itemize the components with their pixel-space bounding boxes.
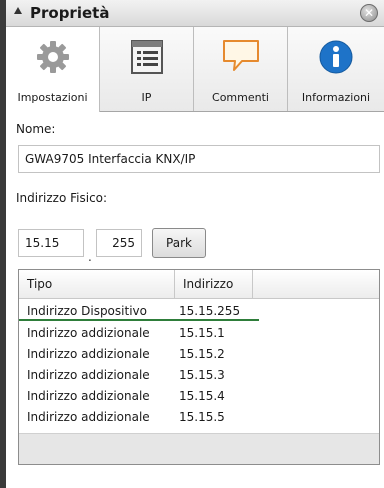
cell-indirizzo: 15.15.3 <box>179 368 225 382</box>
tab-strip: Impostazioni IP Commenti Informazioni <box>6 27 384 112</box>
table-row[interactable]: Indirizzo addizionale 15.15.2 <box>19 344 259 364</box>
column-header-tipo[interactable]: Tipo <box>19 270 175 298</box>
cell-tipo: Indirizzo addizionale <box>27 326 150 340</box>
physical-address-label: Indirizzo Fisico: <box>16 191 108 205</box>
address-table: Tipo Indirizzo Indirizzo Dispositivo 15.… <box>18 269 380 465</box>
gear-icon <box>35 39 71 78</box>
cell-indirizzo: 15.15.2 <box>179 347 225 361</box>
tab-label: Informazioni <box>301 91 371 104</box>
tab-informazioni[interactable]: Informazioni <box>288 27 384 111</box>
table-header: Tipo Indirizzo <box>19 270 379 299</box>
collapse-triangle-icon[interactable] <box>14 7 22 14</box>
address-area-line-field[interactable]: 15.15 <box>18 229 84 257</box>
table-row[interactable]: Indirizzo addizionale 15.15.1 <box>19 323 259 343</box>
cell-tipo: Indirizzo Dispositivo <box>27 304 147 318</box>
park-button[interactable]: Park <box>152 228 206 258</box>
table-row[interactable]: Indirizzo Dispositivo 15.15.255 <box>19 301 259 321</box>
cell-indirizzo: 15.15.4 <box>179 389 225 403</box>
table-row[interactable]: Indirizzo addizionale 15.15.5 <box>19 407 259 427</box>
cell-tipo: Indirizzo addizionale <box>27 389 150 403</box>
info-icon <box>318 39 354 78</box>
address-device-field[interactable]: 255 <box>96 229 142 257</box>
table-footer <box>19 433 379 464</box>
cell-tipo: Indirizzo addizionale <box>27 368 150 382</box>
name-field[interactable]: GWA9705 Interfaccia KNX/IP <box>18 145 380 173</box>
column-header-indirizzo[interactable]: Indirizzo <box>175 270 253 298</box>
tab-label: Commenti <box>212 91 269 104</box>
tab-commenti[interactable]: Commenti <box>194 27 288 111</box>
list-icon <box>130 39 164 78</box>
cell-indirizzo: 15.15.1 <box>179 326 225 340</box>
table-row[interactable]: Indirizzo addizionale 15.15.3 <box>19 365 259 385</box>
table-row[interactable]: Indirizzo addizionale 15.15.4 <box>19 386 259 406</box>
cell-indirizzo: 15.15.5 <box>179 410 225 424</box>
close-icon[interactable]: ✕ <box>360 4 378 22</box>
tab-impostazioni[interactable]: Impostazioni <box>6 27 100 112</box>
name-label: Nome: <box>16 122 56 136</box>
panel-titlebar: Proprietà ✕ <box>6 0 384 27</box>
cell-indirizzo: 15.15.255 <box>179 304 241 318</box>
comment-icon <box>222 39 260 76</box>
address-separator: . <box>88 250 92 264</box>
cell-tipo: Indirizzo addizionale <box>27 347 150 361</box>
panel-title: Proprietà <box>30 4 110 22</box>
tab-label: Impostazioni <box>17 91 88 104</box>
tab-ip[interactable]: IP <box>100 27 194 111</box>
tab-label: IP <box>141 91 152 104</box>
properties-panel: Proprietà ✕ Impostazioni IP Commenti Inf… <box>6 0 384 488</box>
cell-tipo: Indirizzo addizionale <box>27 410 150 424</box>
